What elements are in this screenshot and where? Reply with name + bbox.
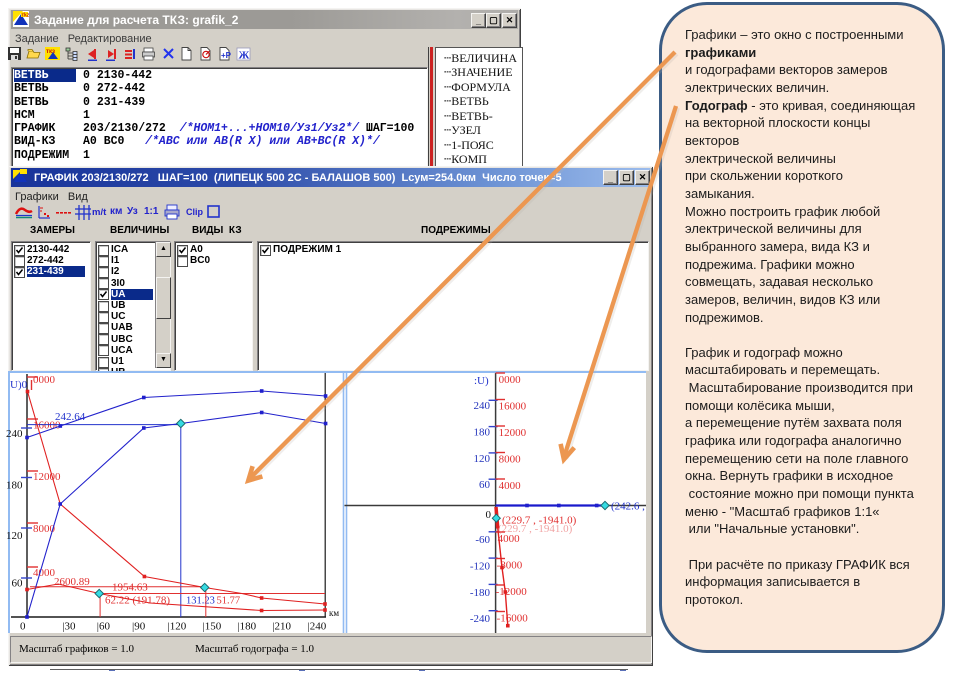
svg-text:|240: |240 [308, 621, 327, 633]
svg-text:120: 120 [474, 453, 491, 465]
svg-text:|60: |60 [97, 621, 111, 633]
svg-text:0: 0 [20, 621, 26, 633]
svg-text:тkz: тkz [22, 13, 30, 19]
svg-text:240: 240 [474, 400, 491, 412]
svg-text:240: 240 [6, 428, 23, 440]
svg-text:8000: 8000 [499, 454, 521, 466]
svg-text:|90: |90 [132, 621, 146, 633]
svg-text:60: 60 [12, 578, 24, 590]
svg-text:-120: -120 [470, 561, 491, 573]
svg-text:(229.7 , -1941.0): (229.7 , -1941.0) [498, 523, 573, 535]
svg-text:131.23: 131.23 [186, 596, 215, 607]
svg-text:|180: |180 [237, 621, 256, 633]
svg-text:-240: -240 [470, 613, 491, 625]
svg-text:-60: -60 [475, 534, 490, 546]
svg-text:-8000: -8000 [497, 560, 523, 572]
svg-text:4000: 4000 [499, 480, 521, 492]
svg-text:|210: |210 [272, 621, 291, 633]
svg-text:0: 0 [486, 509, 492, 521]
svg-text:2600.89: 2600.89 [54, 576, 90, 588]
svg-text:(242.6 , -2: (242.6 , -2 [611, 501, 646, 513]
svg-text:242.64: 242.64 [55, 411, 86, 423]
svg-text:|30: |30 [62, 621, 76, 633]
svg-text:U)0: U)0 [10, 379, 28, 391]
svg-text:0000: 0000 [33, 374, 56, 386]
svg-text:0000: 0000 [499, 374, 521, 386]
svg-text:км: км [329, 608, 339, 618]
svg-text:|150: |150 [203, 621, 222, 633]
svg-text:-16000: -16000 [497, 613, 529, 625]
svg-text::U): :U) [474, 375, 489, 387]
svg-text:120: 120 [6, 530, 23, 542]
svg-text:180: 180 [6, 480, 23, 492]
svg-text:60: 60 [479, 479, 491, 491]
svg-text:Ж: Ж [239, 50, 250, 62]
svg-text:+P: +P [221, 51, 232, 60]
svg-text:4000: 4000 [33, 567, 56, 579]
svg-text:180: 180 [474, 427, 491, 439]
svg-text:12000: 12000 [499, 427, 527, 439]
svg-text:-180: -180 [470, 587, 491, 599]
svg-text:16000: 16000 [499, 401, 527, 413]
svg-text:-12000: -12000 [496, 586, 528, 598]
svg-text:1954.63: 1954.63 [112, 582, 148, 594]
svg-text:|120: |120 [168, 621, 187, 633]
svg-text:12000: 12000 [33, 471, 61, 483]
svg-text:51.77: 51.77 [217, 596, 241, 607]
